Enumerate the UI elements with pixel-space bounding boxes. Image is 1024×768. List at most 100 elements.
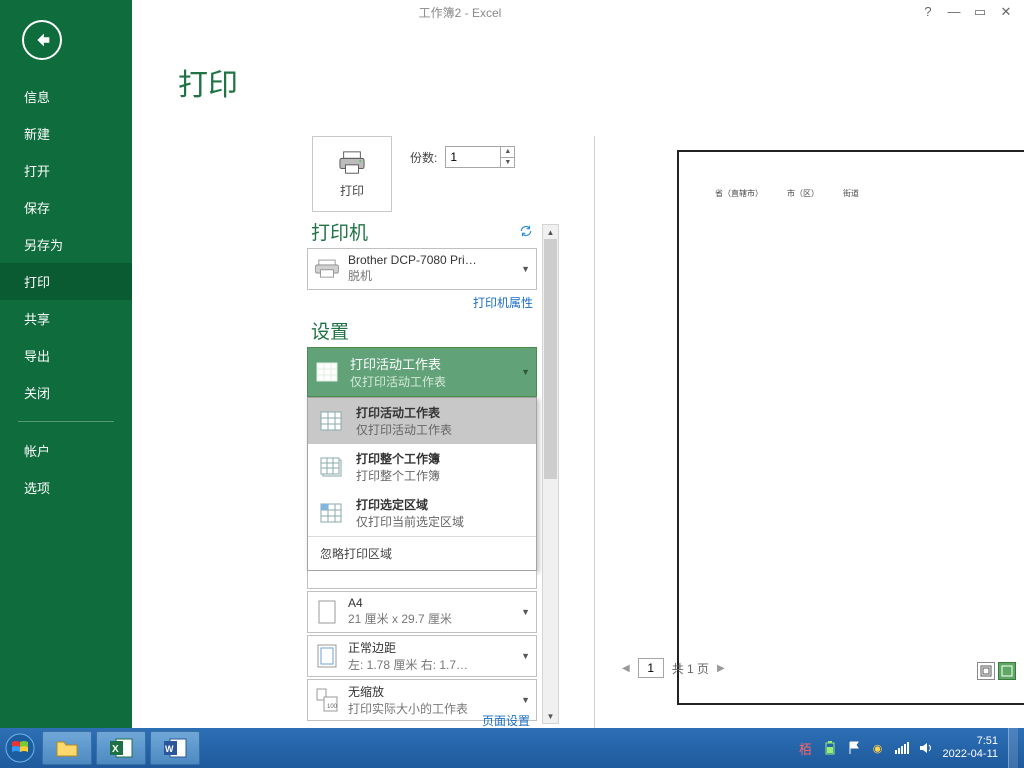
tray-signal-icon[interactable] [895,741,909,755]
scaling-icon: 100 [316,688,338,712]
opt-title: 打印整个工作簿 [356,450,440,467]
printer-name: Brother DCP-7080 Pri… [348,253,477,267]
tray-date: 2022-04-11 [943,748,998,761]
chevron-down-icon: ▼ [521,651,530,661]
print-preview: 省（直辖市） 市（区） 街道 [677,150,1024,705]
refresh-icon [519,224,533,238]
folder-icon [55,738,79,758]
show-desktop-button[interactable] [1008,728,1018,768]
tray-battery-icon[interactable] [823,741,837,755]
copies-down[interactable]: ▼ [501,158,514,168]
nav-options[interactable]: 选项 [0,469,132,506]
nav-close[interactable]: 关闭 [0,374,132,411]
opt-ignore-print-area[interactable]: 忽略打印区域 [308,536,536,570]
taskbar-excel[interactable]: X [96,731,146,765]
settings-scrollbar[interactable]: ▲ ▼ [542,224,559,724]
sheet-icon [316,362,338,382]
taskbar-explorer[interactable] [42,731,92,765]
preview-content: 省（直辖市） 市（区） 街道 [715,188,859,199]
print-what-title: 打印活动工作表 [350,354,446,373]
nav-account[interactable]: 帐户 [0,432,132,469]
printer-status: 脱机 [348,267,477,284]
tray-volume-icon[interactable] [919,741,933,755]
margins-tool-icon [980,665,992,677]
nav-saveas[interactable]: 另存为 [0,226,132,263]
opt-entire-workbook[interactable]: 打印整个工作簿打印整个工作簿 [308,444,536,490]
start-button[interactable] [0,728,40,768]
svg-text:X: X [112,744,119,755]
refresh-printers[interactable] [519,224,533,243]
backstage-sidebar: 信息 新建 打开 保存 另存为 打印 共享 导出 关闭 帐户 选项 [0,0,132,728]
nav-new[interactable]: 新建 [0,115,132,152]
tray-network-icon[interactable]: ◉ [871,741,885,755]
page-number-input[interactable] [638,658,664,678]
copies-input[interactable] [446,147,500,167]
opt-selection[interactable]: 打印选定区域仅打印当前选定区域 [308,490,536,536]
word-icon: W [163,737,187,759]
margins-selector[interactable]: 正常边距左: 1.78 厘米 右: 1.7… ▼ [307,635,537,677]
margins-title: 正常边距 [348,639,468,656]
close-button[interactable]: ✕ [998,4,1014,20]
system-tray: 栢 ◉ 7:51 2022-04-11 [799,728,1024,768]
maximize-button[interactable]: ▭ [972,4,988,20]
page-navigator: ◀ 共 1 页 ▶ [622,658,725,678]
margins-sub: 左: 1.78 厘米 右: 1.7… [348,656,468,673]
paper-sub: 21 厘米 x 29.7 厘米 [348,610,452,627]
scroll-thumb[interactable] [544,239,557,479]
opt-sub: 打印整个工作簿 [356,467,440,484]
back-button[interactable] [22,20,62,60]
print-button-label: 打印 [340,182,364,199]
page-icon [318,600,336,624]
window-controls: ? — ▭ ✕ [920,4,1024,20]
opt-active-sheets[interactable]: 打印活动工作表仅打印活动工作表 [308,398,536,444]
chevron-down-icon: ▼ [521,264,530,274]
nav-separator [18,421,114,422]
tray-clock[interactable]: 7:51 2022-04-11 [943,735,998,761]
sheet-icon [320,411,342,431]
print-what-dropdown[interactable]: 打印活动工作表 仅打印活动工作表 ▼ [307,347,537,397]
print-button[interactable]: 打印 [312,136,392,212]
help-button[interactable]: ? [920,4,936,20]
page-title: 打印 [178,60,1024,104]
printer-selector[interactable]: Brother DCP-7080 Pri… 脱机 ▼ [307,248,537,290]
prev-page[interactable]: ◀ [622,663,630,674]
backstage-main: 打印 打印 份数: ▲ ▼ 打印机 Brother DCP-708 [132,24,1024,728]
ime-indicator[interactable]: 栢 [799,741,813,755]
nav-save[interactable]: 保存 [0,189,132,226]
copies-control: 份数: ▲ ▼ [410,146,515,168]
opt-sub: 仅打印活动工作表 [356,421,452,438]
margins-icon [317,644,337,668]
printer-section-title: 打印机 [311,224,537,244]
copies-up[interactable]: ▲ [501,147,514,158]
printer-device-icon [314,258,340,280]
show-margins-button[interactable] [977,662,995,680]
next-page[interactable]: ▶ [717,663,725,674]
print-what-popup: 打印活动工作表仅打印活动工作表 打印整个工作簿打印整个工作簿 打印选定区域仅打印… [307,397,537,571]
partial-box[interactable] [307,571,537,589]
selection-icon [320,503,342,523]
nav-info[interactable]: 信息 [0,78,132,115]
nav-share[interactable]: 共享 [0,300,132,337]
preview-tools [977,662,1016,680]
nav-print[interactable]: 打印 [0,263,132,300]
scroll-down[interactable]: ▼ [543,709,558,723]
window-title: 工作簿2 - Excel [0,4,920,21]
minimize-button[interactable]: — [946,4,962,20]
scroll-up[interactable]: ▲ [543,225,558,239]
scaling-sub: 打印实际大小的工作表 [348,700,468,717]
settings-section-title: 设置 [311,323,537,343]
nav-export[interactable]: 导出 [0,337,132,374]
nav-open[interactable]: 打开 [0,152,132,189]
tray-flag-icon[interactable] [847,741,861,755]
vertical-divider [594,136,595,736]
preview-cell: 省（直辖市） [715,188,763,199]
taskbar-word[interactable]: W [150,731,200,765]
preview-cell: 市（区） [787,188,819,199]
page-setup-link[interactable]: 页面设置 [482,712,530,729]
preview-cell: 街道 [843,188,859,199]
zoom-to-page-button[interactable] [998,662,1016,680]
scaling-title: 无缩放 [348,683,468,700]
copies-label: 份数: [410,149,437,166]
printer-properties-link[interactable]: 打印机属性 [307,294,533,311]
paper-size-selector[interactable]: A421 厘米 x 29.7 厘米 ▼ [307,591,537,633]
